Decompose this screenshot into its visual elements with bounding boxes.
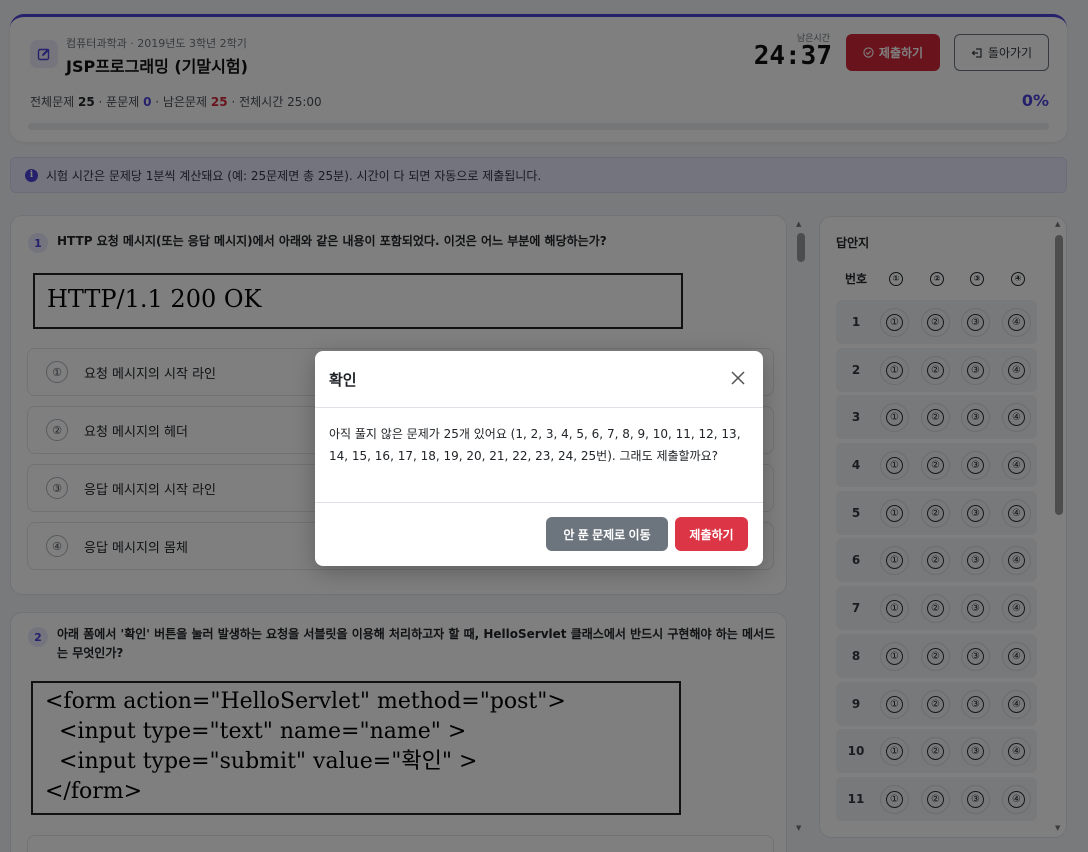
close-icon[interactable] [725,365,751,391]
confirm-submit-button[interactable]: 제출하기 [675,517,748,551]
divider [315,407,763,408]
dialog-title: 확인 [329,371,357,389]
confirm-dialog: 확인 아직 풀지 않은 문제가 25개 있어요 (1, 2, 3, 4, 5, … [315,351,763,566]
divider [315,502,763,503]
dialog-message: 아직 풀지 않은 문제가 25개 있어요 (1, 2, 3, 4, 5, 6, … [329,427,741,463]
goto-unanswered-button[interactable]: 안 푼 문제로 이동 [546,517,668,551]
